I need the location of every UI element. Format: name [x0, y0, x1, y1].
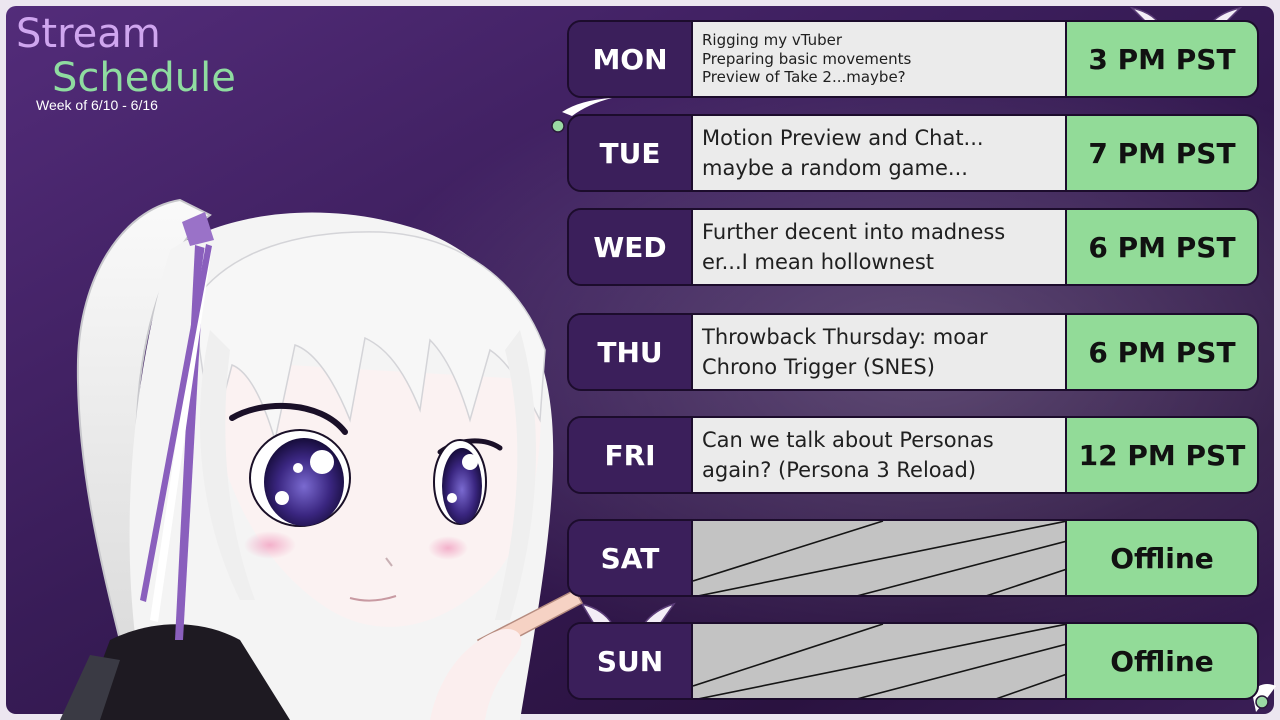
schedule-row-wed: WED Further decent into madness er...I m… [567, 208, 1259, 286]
stream-time: 12 PM PST [1067, 418, 1257, 492]
schedule-row-tue: TUE Motion Preview and Chat... maybe a r… [567, 114, 1259, 192]
offline-hatch-lines [693, 521, 1067, 595]
day-label: MON [569, 22, 693, 96]
stream-time: 7 PM PST [1067, 116, 1257, 190]
stream-description: Throwback Thursday: moar Chrono Trigger … [693, 315, 1067, 389]
description-line: Can we talk about Personas [702, 427, 994, 452]
schedule-row-sun: SUN Offline [567, 622, 1259, 700]
offline-hatch-lines [693, 624, 1067, 698]
description-line: Rigging my vTuber [702, 30, 843, 49]
description-line: Further decent into madness [702, 219, 1006, 244]
stream-time: 3 PM PST [1067, 22, 1257, 96]
schedule-row-sat: SAT Offline [567, 519, 1259, 597]
description-line: again? (Persona 3 Reload) [702, 458, 977, 482]
schedule-row-mon: MON Rigging my vTuber Preparing basic mo… [567, 20, 1259, 98]
description-line: Preparing basic movements [702, 49, 912, 68]
day-label: SAT [569, 521, 693, 595]
schedule-row-thu: THU Throwback Thursday: moar Chrono Trig… [567, 313, 1259, 391]
stream-description: Can we talk about Personas again? (Perso… [693, 418, 1067, 492]
offline-placeholder [693, 521, 1067, 595]
title-stream: Stream [16, 11, 161, 57]
day-label: FRI [569, 418, 693, 492]
week-range: Week of 6/10 - 6/16 [36, 97, 158, 113]
schedule-graphic: Stream Schedule Week of 6/10 - 6/16 MON … [0, 0, 1280, 720]
description-line: Preview of Take 2...maybe? [702, 68, 906, 87]
stream-time: Offline [1067, 521, 1257, 595]
day-label: TUE [569, 116, 693, 190]
day-label: SUN [569, 624, 693, 698]
schedule-row-fri: FRI Can we talk about Personas again? (P… [567, 416, 1259, 494]
day-label: THU [569, 315, 693, 389]
description-line: maybe a random game... [702, 156, 968, 180]
description-line: Motion Preview and Chat... [702, 125, 984, 150]
description-line: Throwback Thursday: moar [702, 324, 988, 349]
stream-description: Further decent into madness er...I mean … [693, 210, 1067, 284]
stream-time: 6 PM PST [1067, 315, 1257, 389]
offline-placeholder [693, 624, 1067, 698]
stream-time: 6 PM PST [1067, 210, 1257, 284]
stream-description: Rigging my vTuber Preparing basic moveme… [693, 22, 1067, 96]
stream-time: Offline [1067, 624, 1257, 698]
stream-description: Motion Preview and Chat... maybe a rando… [693, 116, 1067, 190]
description-line: er...I mean hollownest [702, 250, 935, 274]
day-label: WED [569, 210, 693, 284]
description-line: Chrono Trigger (SNES) [702, 355, 935, 379]
title-schedule: Schedule [52, 55, 236, 101]
